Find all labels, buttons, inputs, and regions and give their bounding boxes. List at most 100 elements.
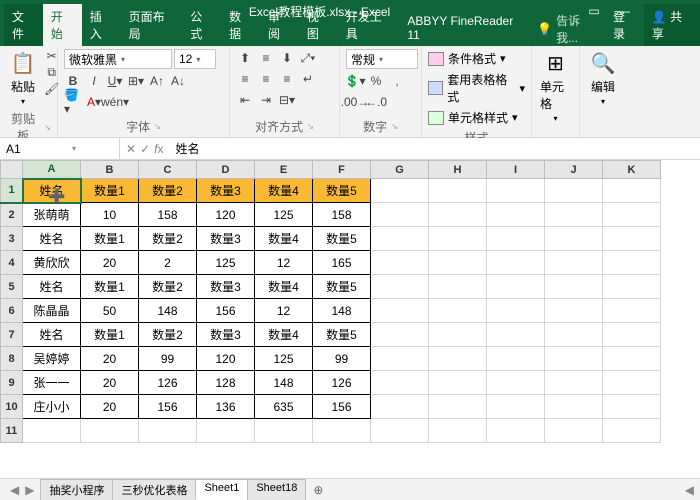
cell[interactable]: 156 bbox=[313, 395, 371, 419]
col-header[interactable]: K bbox=[603, 161, 661, 179]
cell[interactable] bbox=[429, 179, 487, 203]
cell[interactable] bbox=[429, 371, 487, 395]
underline-icon[interactable]: U▾ bbox=[106, 72, 124, 90]
cell[interactable]: 12 bbox=[255, 299, 313, 323]
tab-view[interactable]: 视图 bbox=[299, 4, 338, 46]
dialog-launcher-icon[interactable]: ↘ bbox=[154, 122, 161, 131]
cell[interactable] bbox=[487, 371, 545, 395]
cell[interactable]: 数量5 bbox=[313, 227, 371, 251]
row-header[interactable]: 9 bbox=[1, 371, 23, 395]
login-button[interactable]: 登录 bbox=[605, 4, 644, 46]
col-header[interactable]: I bbox=[487, 161, 545, 179]
increase-font-icon[interactable]: A↑ bbox=[148, 72, 166, 90]
sheet-tab[interactable]: Sheet18 bbox=[247, 479, 306, 500]
cell[interactable]: 156 bbox=[139, 395, 197, 419]
cell[interactable]: 姓名 bbox=[23, 227, 81, 251]
sheet-tab[interactable]: 抽奖小程序 bbox=[40, 479, 113, 500]
row-header[interactable]: 4 bbox=[1, 251, 23, 275]
cell[interactable] bbox=[429, 323, 487, 347]
cell[interactable]: 数量2 bbox=[139, 323, 197, 347]
dialog-launcher-icon[interactable]: ↘ bbox=[307, 122, 314, 131]
cell-styles-button[interactable]: 单元格样式▾ bbox=[428, 108, 518, 127]
col-header[interactable]: D bbox=[197, 161, 255, 179]
col-header[interactable]: C bbox=[139, 161, 197, 179]
cell[interactable] bbox=[371, 395, 429, 419]
col-header[interactable]: F bbox=[313, 161, 371, 179]
cell[interactable] bbox=[603, 203, 661, 227]
sheet-tab[interactable]: Sheet1 bbox=[195, 479, 248, 500]
cell[interactable]: 148 bbox=[139, 299, 197, 323]
sheet-tab[interactable]: 三秒优化表格 bbox=[112, 479, 196, 500]
col-header[interactable]: H bbox=[429, 161, 487, 179]
cell[interactable]: 黄欣欣 bbox=[23, 251, 81, 275]
cell[interactable]: 148 bbox=[313, 299, 371, 323]
cell[interactable] bbox=[371, 419, 429, 443]
cell[interactable]: 数量3 bbox=[197, 275, 255, 299]
cell[interactable]: 20 bbox=[81, 251, 139, 275]
cell[interactable]: 156 bbox=[197, 299, 255, 323]
cell[interactable]: 数量4 bbox=[255, 323, 313, 347]
percent-icon[interactable]: % bbox=[367, 72, 385, 90]
cell[interactable]: 126 bbox=[313, 371, 371, 395]
tab-dev[interactable]: 开发工具 bbox=[338, 4, 400, 46]
name-box[interactable]: ▾ bbox=[0, 138, 120, 159]
cell[interactable] bbox=[487, 203, 545, 227]
cell[interactable] bbox=[545, 347, 603, 371]
dialog-launcher-icon[interactable]: ↘ bbox=[44, 123, 51, 132]
cell[interactable] bbox=[603, 347, 661, 371]
format-painter-icon[interactable]: 🖌 bbox=[44, 82, 59, 96]
cell[interactable]: 125 bbox=[255, 203, 313, 227]
cell[interactable]: 姓名 bbox=[23, 323, 81, 347]
cell[interactable] bbox=[487, 395, 545, 419]
row-header[interactable]: 2 bbox=[1, 203, 23, 227]
cell[interactable] bbox=[487, 299, 545, 323]
cell[interactable]: 姓名 bbox=[23, 179, 81, 203]
align-middle-icon[interactable]: ≡ bbox=[257, 49, 275, 67]
cell[interactable]: 20 bbox=[81, 395, 139, 419]
copy-icon[interactable]: ⧉ bbox=[47, 65, 56, 80]
cell[interactable] bbox=[371, 179, 429, 203]
cell[interactable]: 数量3 bbox=[197, 323, 255, 347]
chevron-down-icon[interactable]: ▾ bbox=[601, 97, 605, 106]
cell[interactable]: 数量1 bbox=[81, 323, 139, 347]
number-format-combo[interactable]: 常规▾ bbox=[346, 49, 418, 69]
cell[interactable] bbox=[429, 347, 487, 371]
sheet-nav-next-icon[interactable]: ▶ bbox=[25, 483, 34, 497]
cell[interactable] bbox=[603, 395, 661, 419]
col-header[interactable]: E bbox=[255, 161, 313, 179]
cell[interactable] bbox=[429, 395, 487, 419]
chevron-down-icon[interactable]: ▾ bbox=[196, 55, 200, 64]
cell[interactable] bbox=[429, 251, 487, 275]
cell[interactable]: 158 bbox=[139, 203, 197, 227]
cell[interactable]: 吴婷婷 bbox=[23, 347, 81, 371]
cell[interactable] bbox=[23, 419, 81, 443]
decrease-font-icon[interactable]: A↓ bbox=[169, 72, 187, 90]
wrap-text-icon[interactable]: ↵ bbox=[299, 70, 317, 88]
italic-icon[interactable]: I bbox=[85, 72, 103, 90]
comma-icon[interactable]: , bbox=[388, 72, 406, 90]
sheet-nav-prev-icon[interactable]: ◀ bbox=[10, 483, 19, 497]
cell[interactable]: 10 bbox=[81, 203, 139, 227]
paste-button[interactable]: 📋 粘贴 ▾ bbox=[6, 49, 40, 108]
row-header[interactable]: 5 bbox=[1, 275, 23, 299]
col-header[interactable]: J bbox=[545, 161, 603, 179]
cell[interactable]: 120 bbox=[197, 203, 255, 227]
align-left-icon[interactable]: ≡ bbox=[236, 70, 254, 88]
cell[interactable] bbox=[603, 275, 661, 299]
cell[interactable] bbox=[429, 419, 487, 443]
cell[interactable]: 99 bbox=[139, 347, 197, 371]
share-button[interactable]: 👤 共享 bbox=[644, 4, 700, 46]
row-header[interactable]: 10 bbox=[1, 395, 23, 419]
row-header[interactable]: 8 bbox=[1, 347, 23, 371]
decrease-decimal-icon[interactable]: ←.0 bbox=[367, 93, 385, 111]
cell[interactable] bbox=[603, 251, 661, 275]
cell[interactable] bbox=[81, 419, 139, 443]
cell[interactable]: 635 bbox=[255, 395, 313, 419]
cell[interactable] bbox=[545, 275, 603, 299]
cell[interactable] bbox=[371, 251, 429, 275]
cell[interactable] bbox=[139, 419, 197, 443]
orientation-icon[interactable]: ⤢▾ bbox=[299, 49, 317, 67]
cell[interactable] bbox=[545, 323, 603, 347]
font-name-combo[interactable]: 微软雅黑▾ bbox=[64, 49, 172, 69]
cell[interactable]: 20 bbox=[81, 347, 139, 371]
